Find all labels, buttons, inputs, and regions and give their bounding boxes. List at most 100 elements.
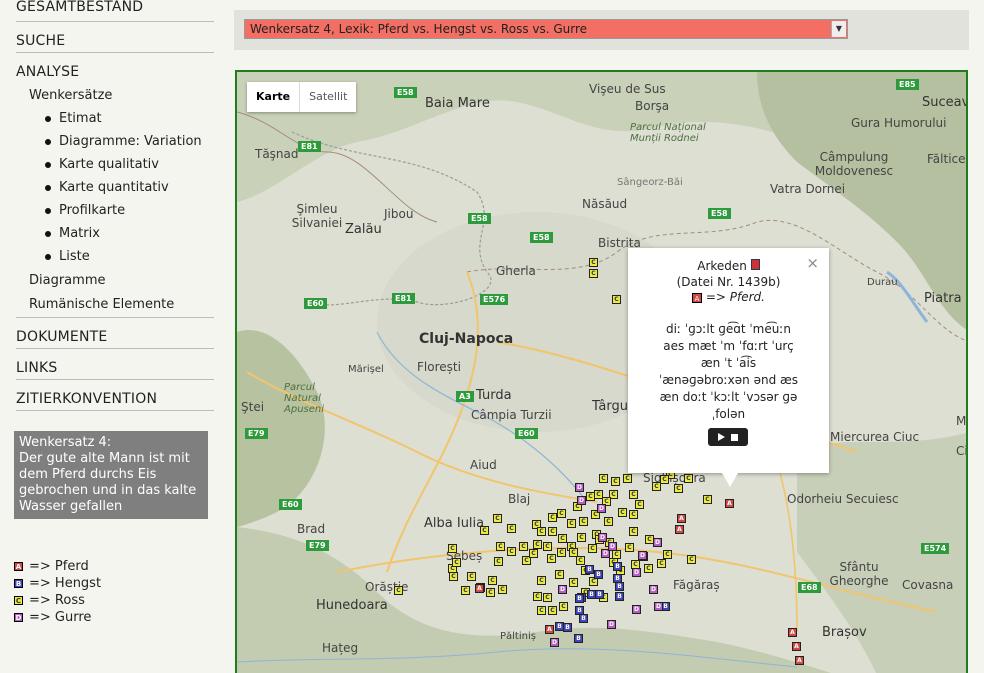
ross-marker[interactable]: C [663, 550, 672, 559]
ross-marker[interactable]: C [594, 490, 603, 499]
ross-marker[interactable]: C [652, 482, 661, 491]
ross-marker[interactable]: C [569, 578, 578, 587]
nav-gesamtbestand[interactable]: GESAMTBESTAND [16, 0, 214, 22]
ross-marker[interactable]: C [559, 602, 568, 611]
map-type-karte-button[interactable]: Karte [247, 82, 301, 112]
pferd-marker[interactable]: A [545, 625, 554, 634]
ross-marker[interactable]: C [467, 572, 476, 581]
ross-marker[interactable]: C [644, 564, 653, 573]
ross-marker[interactable]: C [625, 543, 634, 552]
ross-marker[interactable]: C [612, 295, 621, 304]
pferd-marker[interactable]: A [675, 525, 684, 534]
nav-wenkersaetze[interactable]: Wenkersätze [29, 84, 222, 107]
ross-marker[interactable]: C [548, 513, 557, 522]
pferd-marker[interactable]: A [677, 514, 686, 523]
nav-item-liste[interactable]: Liste [45, 245, 222, 268]
nav-zitierkonvention[interactable]: ZITIERKONVENTION [16, 380, 214, 411]
gurre-marker[interactable]: D [598, 533, 607, 542]
hengst-marker[interactable]: B [613, 574, 622, 583]
hengst-marker[interactable]: B [613, 562, 622, 571]
ross-marker[interactable]: C [488, 576, 497, 585]
map-type-satellit-button[interactable]: Satellit [300, 82, 356, 112]
gurre-marker[interactable]: D [649, 585, 658, 594]
ross-marker[interactable]: C [611, 477, 620, 486]
ross-marker[interactable]: C [557, 548, 566, 557]
hengst-marker[interactable]: B [615, 592, 624, 601]
ross-marker[interactable]: C [448, 544, 457, 553]
gurre-marker[interactable]: D [654, 602, 663, 611]
ross-marker[interactable]: C [579, 517, 588, 526]
ross-marker[interactable]: C [519, 542, 528, 551]
ross-marker[interactable]: C [394, 586, 403, 595]
ross-marker[interactable]: C [543, 542, 552, 551]
ross-marker[interactable]: C [660, 475, 669, 484]
nav-rumaenische-elemente[interactable]: Rumänische Elemente [29, 293, 222, 317]
nav-item-profilkarte[interactable]: Profilkarte [45, 199, 222, 222]
nav-dokumente[interactable]: DOKUMENTE [16, 318, 214, 349]
ross-marker[interactable]: C [586, 492, 595, 501]
ross-marker[interactable]: C [629, 490, 638, 499]
ross-marker[interactable]: C [533, 540, 542, 549]
ross-marker[interactable]: C [548, 527, 557, 536]
ross-marker[interactable]: C [507, 547, 516, 556]
ross-marker[interactable]: C [537, 606, 546, 615]
hengst-marker[interactable]: B [579, 614, 588, 623]
ross-marker[interactable]: C [567, 519, 576, 528]
ross-marker[interactable]: C [543, 593, 552, 602]
ross-marker[interactable]: C [507, 524, 516, 533]
ross-marker[interactable]: C [452, 558, 461, 567]
ross-marker[interactable]: C [577, 533, 586, 542]
hengst-marker[interactable]: B [575, 594, 584, 603]
dropdown-arrow-icon[interactable]: ▼ [831, 21, 846, 37]
ross-marker[interactable]: C [674, 484, 683, 493]
gurre-marker[interactable]: D [597, 504, 606, 513]
gurre-marker[interactable]: D [607, 620, 616, 629]
wenkersatz-select[interactable]: Wenkersatz 4, Lexik: Pferd vs. Hengst vs… [244, 19, 848, 39]
ross-marker[interactable]: C [703, 495, 712, 504]
ross-marker[interactable]: C [555, 570, 564, 579]
play-icon[interactable] [718, 433, 725, 441]
ross-marker[interactable]: C [657, 559, 666, 568]
pferd-marker[interactable]: A [792, 642, 801, 651]
pferd-marker[interactable]: A [795, 656, 804, 665]
ross-marker[interactable]: C [635, 500, 644, 509]
nav-item-matrix[interactable]: Matrix [45, 222, 222, 245]
ross-marker[interactable]: C [493, 514, 502, 523]
gurre-marker[interactable]: D [632, 605, 641, 614]
gurre-marker[interactable]: D [632, 568, 641, 577]
nav-item-diagramme-variation[interactable]: Diagramme: Variation [45, 130, 222, 153]
ross-marker[interactable]: C [533, 592, 542, 601]
ross-marker[interactable]: C [599, 474, 608, 483]
gurre-marker[interactable]: D [638, 551, 647, 560]
ross-marker[interactable]: C [449, 572, 458, 581]
ross-marker[interactable]: C [588, 544, 597, 553]
gurre-marker[interactable]: D [550, 638, 559, 647]
nav-suche[interactable]: SUCHE [16, 22, 214, 53]
gurre-marker[interactable]: D [653, 538, 662, 547]
ross-marker[interactable]: C [537, 576, 546, 585]
ross-marker[interactable]: C [558, 534, 567, 543]
ross-marker[interactable]: C [496, 542, 505, 551]
pferd-marker[interactable]: A [725, 499, 734, 508]
nav-diagramme[interactable]: Diagramme [29, 269, 222, 293]
nav-item-karte-qualitativ[interactable]: Karte qualitativ [45, 153, 222, 176]
gurre-marker[interactable]: D [577, 496, 586, 505]
gurre-marker[interactable]: D [558, 585, 567, 594]
ross-marker[interactable]: C [529, 549, 538, 558]
ross-marker[interactable]: C [687, 555, 696, 564]
hengst-marker[interactable]: B [595, 590, 604, 599]
pferd-marker[interactable]: A [788, 628, 797, 637]
ross-marker[interactable]: C [537, 527, 546, 536]
ross-marker[interactable]: C [604, 517, 613, 526]
ross-marker[interactable]: C [623, 474, 632, 483]
ross-marker[interactable]: C [589, 269, 598, 278]
nav-item-karte-quantitativ[interactable]: Karte quantitativ [45, 176, 222, 199]
gurre-marker[interactable]: D [608, 542, 617, 551]
ross-marker[interactable]: C [461, 586, 470, 595]
ross-marker[interactable]: C [548, 606, 557, 615]
ross-marker[interactable]: C [498, 585, 507, 594]
ross-marker[interactable]: C [486, 588, 495, 597]
gurre-marker[interactable]: D [575, 483, 584, 492]
hengst-marker[interactable]: B [574, 634, 583, 643]
ross-marker[interactable]: C [629, 527, 638, 536]
